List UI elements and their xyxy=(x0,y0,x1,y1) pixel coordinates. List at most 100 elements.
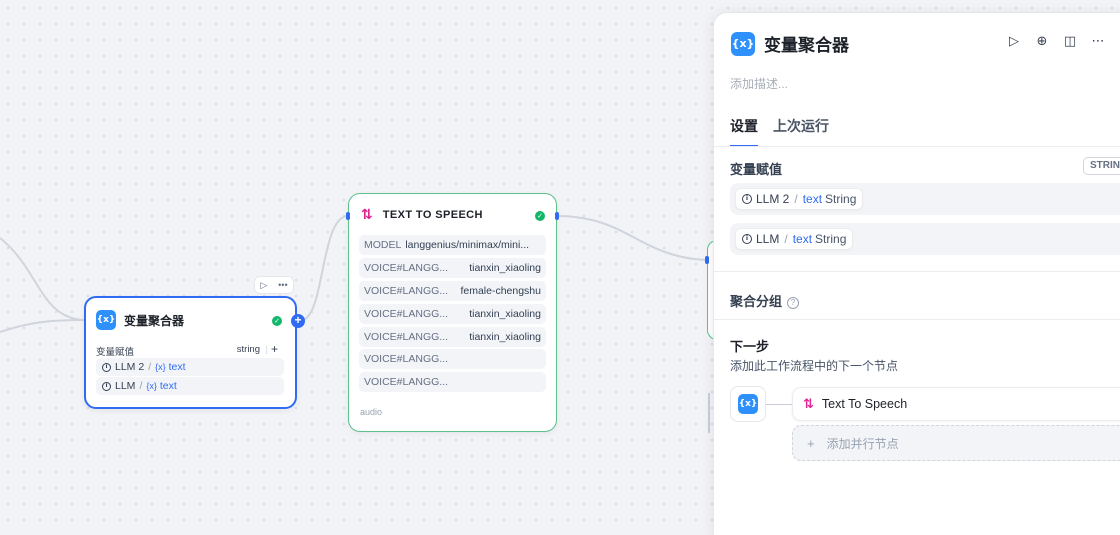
variable-row[interactable]: i LLM 2 / text String xyxy=(730,183,1120,215)
panel-actions: ▷ ⊕ ◫ ⋯ xyxy=(1006,34,1106,50)
source-node-name: LLM 2 xyxy=(115,361,145,373)
param-key: VOICE#LANGG... xyxy=(364,353,449,365)
section-divider xyxy=(714,271,1120,272)
next-node-name: Text To Speech xyxy=(821,397,908,411)
param-row: VOICE#LANGG... xyxy=(359,372,546,392)
node-title: 变量聚合器 xyxy=(124,313,185,328)
panel-tabs: 设置 上次运行 xyxy=(730,116,829,147)
more-options-icon[interactable]: ••• xyxy=(278,280,287,290)
node-settings-panel: {x} 变量聚合器 ▷ ⊕ ◫ ⋯ 添加描述... 设置 上次运行 变量赋值 S… xyxy=(713,12,1120,535)
next-node-card[interactable]: ⇅ Text To Speech xyxy=(792,387,1120,421)
variable-icon: {x} xyxy=(96,310,116,330)
run-node-icon[interactable]: ▷ xyxy=(260,280,267,291)
tts-output-port[interactable] xyxy=(555,212,559,220)
add-variable-icon[interactable]: + xyxy=(271,342,278,356)
next-step-description: 添加此工作流程中的下一个节点 xyxy=(730,359,899,373)
variable-name: text xyxy=(159,380,177,392)
edge-incoming-top xyxy=(0,237,85,321)
variable-icon: {x} xyxy=(731,31,755,56)
output-label: audio xyxy=(360,407,383,417)
variable-icon: {x} xyxy=(738,394,758,414)
edge-incoming-bottom xyxy=(0,319,85,333)
tabs-divider xyxy=(714,146,1120,147)
param-key: MODEL xyxy=(364,239,402,251)
param-value: tianxin_xiaoling xyxy=(469,262,541,274)
plus-icon: + xyxy=(807,435,815,451)
variable-pill: i LLM / {x} text xyxy=(96,377,284,395)
tts-input-port[interactable] xyxy=(346,212,350,220)
success-check-icon: ✓ xyxy=(272,316,282,326)
field-label: 变量赋值 xyxy=(96,347,135,358)
current-node-block: {x} xyxy=(730,386,766,422)
variable-aggregator-node[interactable]: {x} 变量聚合器 ✓ + 变量赋值 string | + i LLM 2 / … xyxy=(84,296,305,409)
source-node-name: LLM 2 xyxy=(756,192,790,206)
param-key: VOICE#LANGG... xyxy=(364,285,449,297)
connector-line xyxy=(766,404,792,405)
source-node-name: LLM xyxy=(756,232,780,246)
path-separator: / xyxy=(148,361,152,373)
param-value: female-chengshu xyxy=(460,285,541,297)
text-to-speech-icon: ⇅ xyxy=(361,207,373,223)
tab-settings[interactable]: 设置 xyxy=(730,116,758,147)
variable-icon: {x} xyxy=(155,362,166,372)
tab-last-run[interactable]: 上次运行 xyxy=(773,116,829,147)
next-step-title: 下一步 xyxy=(730,339,770,354)
text-to-speech-icon: ⇅ xyxy=(803,396,814,412)
add-parallel-label: 添加并行节点 xyxy=(826,436,899,451)
add-next-node-handle[interactable]: + xyxy=(291,314,305,328)
path-separator: / xyxy=(784,232,788,246)
divider: | xyxy=(265,344,268,355)
node-mini-toolbar: ▷ ••• xyxy=(254,276,294,294)
path-separator: / xyxy=(139,380,143,392)
param-key: VOICE#LANGG... xyxy=(364,308,449,320)
variable-name: text xyxy=(792,232,813,246)
edge-agg-to-tts xyxy=(300,215,349,321)
more-icon[interactable]: ⋯ xyxy=(1090,34,1106,50)
next-node-input-port[interactable] xyxy=(705,256,709,264)
output-type-tag: STRING xyxy=(1083,157,1120,175)
field-type: string xyxy=(236,344,260,355)
node-title: TEXT TO SPEECH xyxy=(382,209,483,221)
param-key: VOICE#LANGG... xyxy=(364,331,449,343)
llm-node-icon: i xyxy=(742,234,752,244)
variable-type: String xyxy=(815,232,847,246)
variable-pill: i LLM 2 / {x} text xyxy=(96,358,284,376)
variable-type: String xyxy=(825,192,857,206)
variable-name: text xyxy=(168,361,186,373)
success-check-icon: ✓ xyxy=(535,211,545,221)
panel-title[interactable]: 变量聚合器 xyxy=(764,31,849,56)
path-separator: / xyxy=(794,192,798,206)
param-row: VOICE#LANGG... female-chengshu xyxy=(359,281,546,301)
group-section-title: 聚合分组? xyxy=(730,291,800,310)
node-drag-handle[interactable] xyxy=(708,393,710,433)
param-key: VOICE#LANGG... xyxy=(364,376,449,388)
param-row: VOICE#LANGG... tianxin_xiaoling xyxy=(359,327,546,347)
assign-section-title: 变量赋值 xyxy=(730,162,783,177)
param-value: langgenius/minimax/mini... xyxy=(405,239,530,251)
variable-chip[interactable]: i LLM 2 / text String xyxy=(735,188,864,210)
param-key: VOICE#LANGG... xyxy=(364,262,449,274)
node-header: {x} 变量聚合器 xyxy=(96,310,184,330)
source-node-name: LLM xyxy=(115,380,136,392)
help-icon[interactable]: ? xyxy=(787,297,800,309)
variable-icon: {x} xyxy=(146,381,157,391)
variable-chip[interactable]: i LLM / text String xyxy=(735,228,854,250)
run-icon[interactable]: ▷ xyxy=(1006,34,1022,50)
variable-row[interactable]: i LLM / text String xyxy=(730,223,1120,255)
split-view-icon[interactable]: ◫ xyxy=(1062,34,1078,50)
param-value: tianxin_xiaoling xyxy=(469,331,541,343)
section-divider xyxy=(714,319,1120,320)
text-to-speech-node[interactable]: ⇅ TEXT TO SPEECH ✓ MODEL langgenius/mini… xyxy=(348,193,557,432)
param-row: MODEL langgenius/minimax/mini... xyxy=(359,235,546,255)
locate-icon[interactable]: ⊕ xyxy=(1034,34,1050,50)
llm-node-icon: i xyxy=(742,194,752,204)
llm-node-icon: i xyxy=(102,362,111,372)
node-header: ⇅ TEXT TO SPEECH xyxy=(361,207,483,223)
variable-assign-row: 变量赋值 string | + xyxy=(96,342,286,358)
param-row: VOICE#LANGG... tianxin_xiaoling xyxy=(359,304,546,324)
add-parallel-node-button[interactable]: + 添加并行节点 xyxy=(792,425,1120,461)
llm-node-icon: i xyxy=(102,381,111,391)
param-row: VOICE#LANGG... xyxy=(359,349,546,369)
param-value: tianxin_xiaoling xyxy=(469,308,541,320)
description-input[interactable]: 添加描述... xyxy=(730,75,788,92)
